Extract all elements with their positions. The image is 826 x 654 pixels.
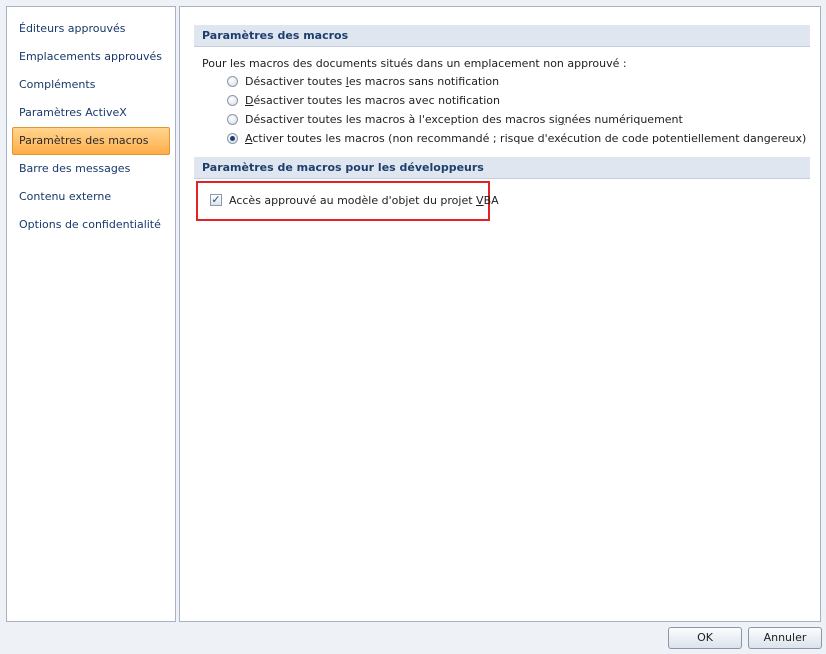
- ok-button[interactable]: OK: [668, 627, 742, 649]
- radio-label: Désactiver toutes les macros sans notifi…: [245, 75, 500, 88]
- trust-center-window: Éditeurs approuvés Emplacements approuvé…: [0, 0, 826, 654]
- radio-label: Désactiver toutes les macros à l'excepti…: [245, 113, 683, 126]
- checkbox-checked-icon[interactable]: ✓: [210, 194, 222, 206]
- cancel-button[interactable]: Annuler: [748, 627, 822, 649]
- sidebar-item-message-bar[interactable]: Barre des messages: [12, 155, 170, 183]
- radio-label: Activer toutes les macros (non recommand…: [245, 132, 807, 145]
- radio-button-icon[interactable]: [227, 114, 238, 125]
- sidebar-item-trusted-publishers[interactable]: Éditeurs approuvés: [12, 15, 170, 43]
- developer-settings-header: Paramètres de macros pour les développeu…: [194, 157, 810, 179]
- sidebar-item-trusted-locations[interactable]: Emplacements approuvés: [12, 43, 170, 71]
- radio-label: Désactiver toutes les macros avec notifi…: [245, 94, 500, 107]
- sidebar-item-activex-settings[interactable]: Paramètres ActiveX: [12, 99, 170, 127]
- sidebar-item-privacy-options[interactable]: Options de confidentialité: [12, 211, 170, 239]
- vba-access-label: Accès approuvé au modèle d'objet du proj…: [229, 194, 499, 207]
- sidebar-item-macro-settings[interactable]: Paramètres des macros: [12, 127, 170, 155]
- radio-button-icon[interactable]: [227, 76, 238, 87]
- radio-button-selected-icon[interactable]: [227, 133, 238, 144]
- sidebar-item-external-content[interactable]: Contenu externe: [12, 183, 170, 211]
- sidebar-item-add-ins[interactable]: Compléments: [12, 71, 170, 99]
- content-panel: Paramètres des macros Pour les macros de…: [179, 6, 821, 622]
- macro-settings-header: Paramètres des macros: [194, 25, 810, 47]
- sidebar: Éditeurs approuvés Emplacements approuvé…: [6, 6, 176, 622]
- radio-button-icon[interactable]: [227, 95, 238, 106]
- macro-settings-intro: Pour les macros des documents situés dan…: [202, 57, 627, 70]
